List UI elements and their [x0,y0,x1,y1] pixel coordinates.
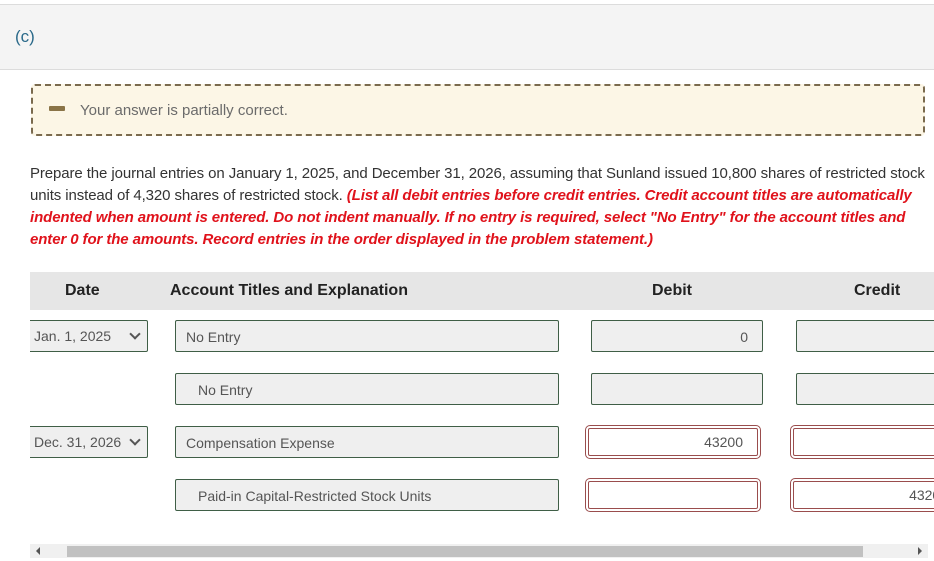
header-debit: Debit [652,282,692,299]
date-select[interactable]: Dec. 31, 2026 [30,426,148,458]
account-input[interactable]: Compensation Expense [175,426,559,458]
journal-entry-table: Date Account Titles and Explanation Debi… [30,272,934,522]
part-header: (c) [0,4,934,70]
debit-input[interactable]: 43200 [585,425,761,459]
minus-icon [49,106,65,111]
scroll-thumb[interactable] [67,546,863,557]
header-date: Date [65,282,100,299]
account-input[interactable]: No Entry [175,320,559,352]
chevron-down-icon [129,434,141,446]
scroll-right-arrow-icon[interactable] [918,547,922,555]
credit-input[interactable] [796,373,934,405]
feedback-text: Your answer is partially correct. [80,102,288,119]
chevron-down-icon [129,328,141,340]
header-credit: Credit [854,282,901,299]
credit-input[interactable] [796,320,934,352]
table-header: Date Account Titles and Explanation Debi… [30,272,934,310]
date-select[interactable]: Jan. 1, 2025 [30,320,148,352]
credit-input[interactable]: 43200 [790,478,934,512]
debit-input[interactable]: 0 [591,320,763,352]
debit-input[interactable] [591,373,763,405]
header-account: Account Titles and Explanation [170,282,408,299]
date-select-value: Dec. 31, 2026 [34,434,122,450]
horizontal-scrollbar[interactable] [30,544,928,558]
part-label: (c) [15,27,35,46]
debit-input[interactable] [585,478,761,512]
account-input[interactable]: No Entry [175,373,559,405]
credit-input[interactable] [790,425,934,459]
feedback-banner: Your answer is partially correct. [31,84,925,136]
account-input[interactable]: Paid-in Capital-Restricted Stock Units [175,479,559,511]
scroll-left-arrow-icon[interactable] [36,547,40,555]
date-select-value: Jan. 1, 2025 [34,328,112,344]
question-text: Prepare the journal entries on January 1… [30,163,930,251]
